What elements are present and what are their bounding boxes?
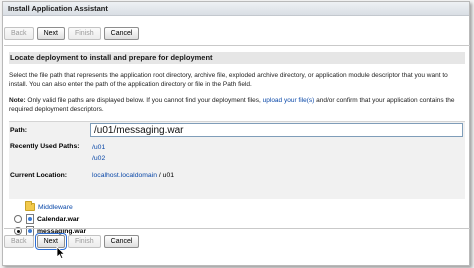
window-title: Install Application Assistant [3,2,469,16]
note-text: Note: Only valid file paths are displaye… [9,96,465,114]
back-button[interactable]: Back [4,27,34,40]
file-radio-calendar[interactable] [14,215,22,223]
cancel-button[interactable]: Cancel [103,27,140,40]
note-text-before: Only valid file paths are displayed belo… [25,97,263,104]
description-text: Select the file path that represents the… [9,72,448,88]
recently-used-paths-label: Recently Used Paths: [10,143,80,150]
current-host-link[interactable]: localhost.localdomain [92,172,157,179]
bottom-divider [4,228,470,229]
recent-path-link[interactable]: /u01 [92,144,105,151]
finish-button[interactable]: Finish [67,27,101,40]
section-header: Locate deployment to install and prepare… [9,52,465,64]
cancel-button[interactable]: Cancel [103,235,140,248]
top-button-bar: Back Next Finish Cancel [4,27,140,41]
path-input[interactable] [90,123,463,137]
recent-path-link[interactable]: /u02 [92,155,105,162]
war-file-icon [26,214,34,224]
note-label: Note: [9,97,26,104]
current-location-label: Current Location: [10,172,68,179]
mouse-pointer-icon [56,246,66,260]
file-name: Calendar.war [37,215,80,223]
current-location-breadcrumb: localhost.localdomain / u01 [92,172,174,179]
main-content: Locate deployment to install and prepare… [0,47,474,236]
next-button[interactable]: Next [36,27,65,40]
tree-folder-row: Middleware [25,201,73,211]
current-directory: u01 [162,172,175,179]
folder-icon [25,201,35,211]
path-label: Path: [10,127,27,134]
path-form-panel: Path: Recently Used Paths: /u01 /u02 Cur… [9,121,465,199]
file-tree: Middleware Calendar.war messaging.war [9,199,465,259]
finish-button[interactable]: Finish [67,235,101,248]
top-divider [4,45,470,46]
bottom-button-bar: Back Next Finish Cancel [4,233,140,250]
upload-files-link[interactable]: upload your file(s) [263,97,315,104]
back-button[interactable]: Back [4,235,34,248]
folder-link-middleware[interactable]: Middleware [38,204,73,211]
tree-file-row: Calendar.war [14,214,79,224]
